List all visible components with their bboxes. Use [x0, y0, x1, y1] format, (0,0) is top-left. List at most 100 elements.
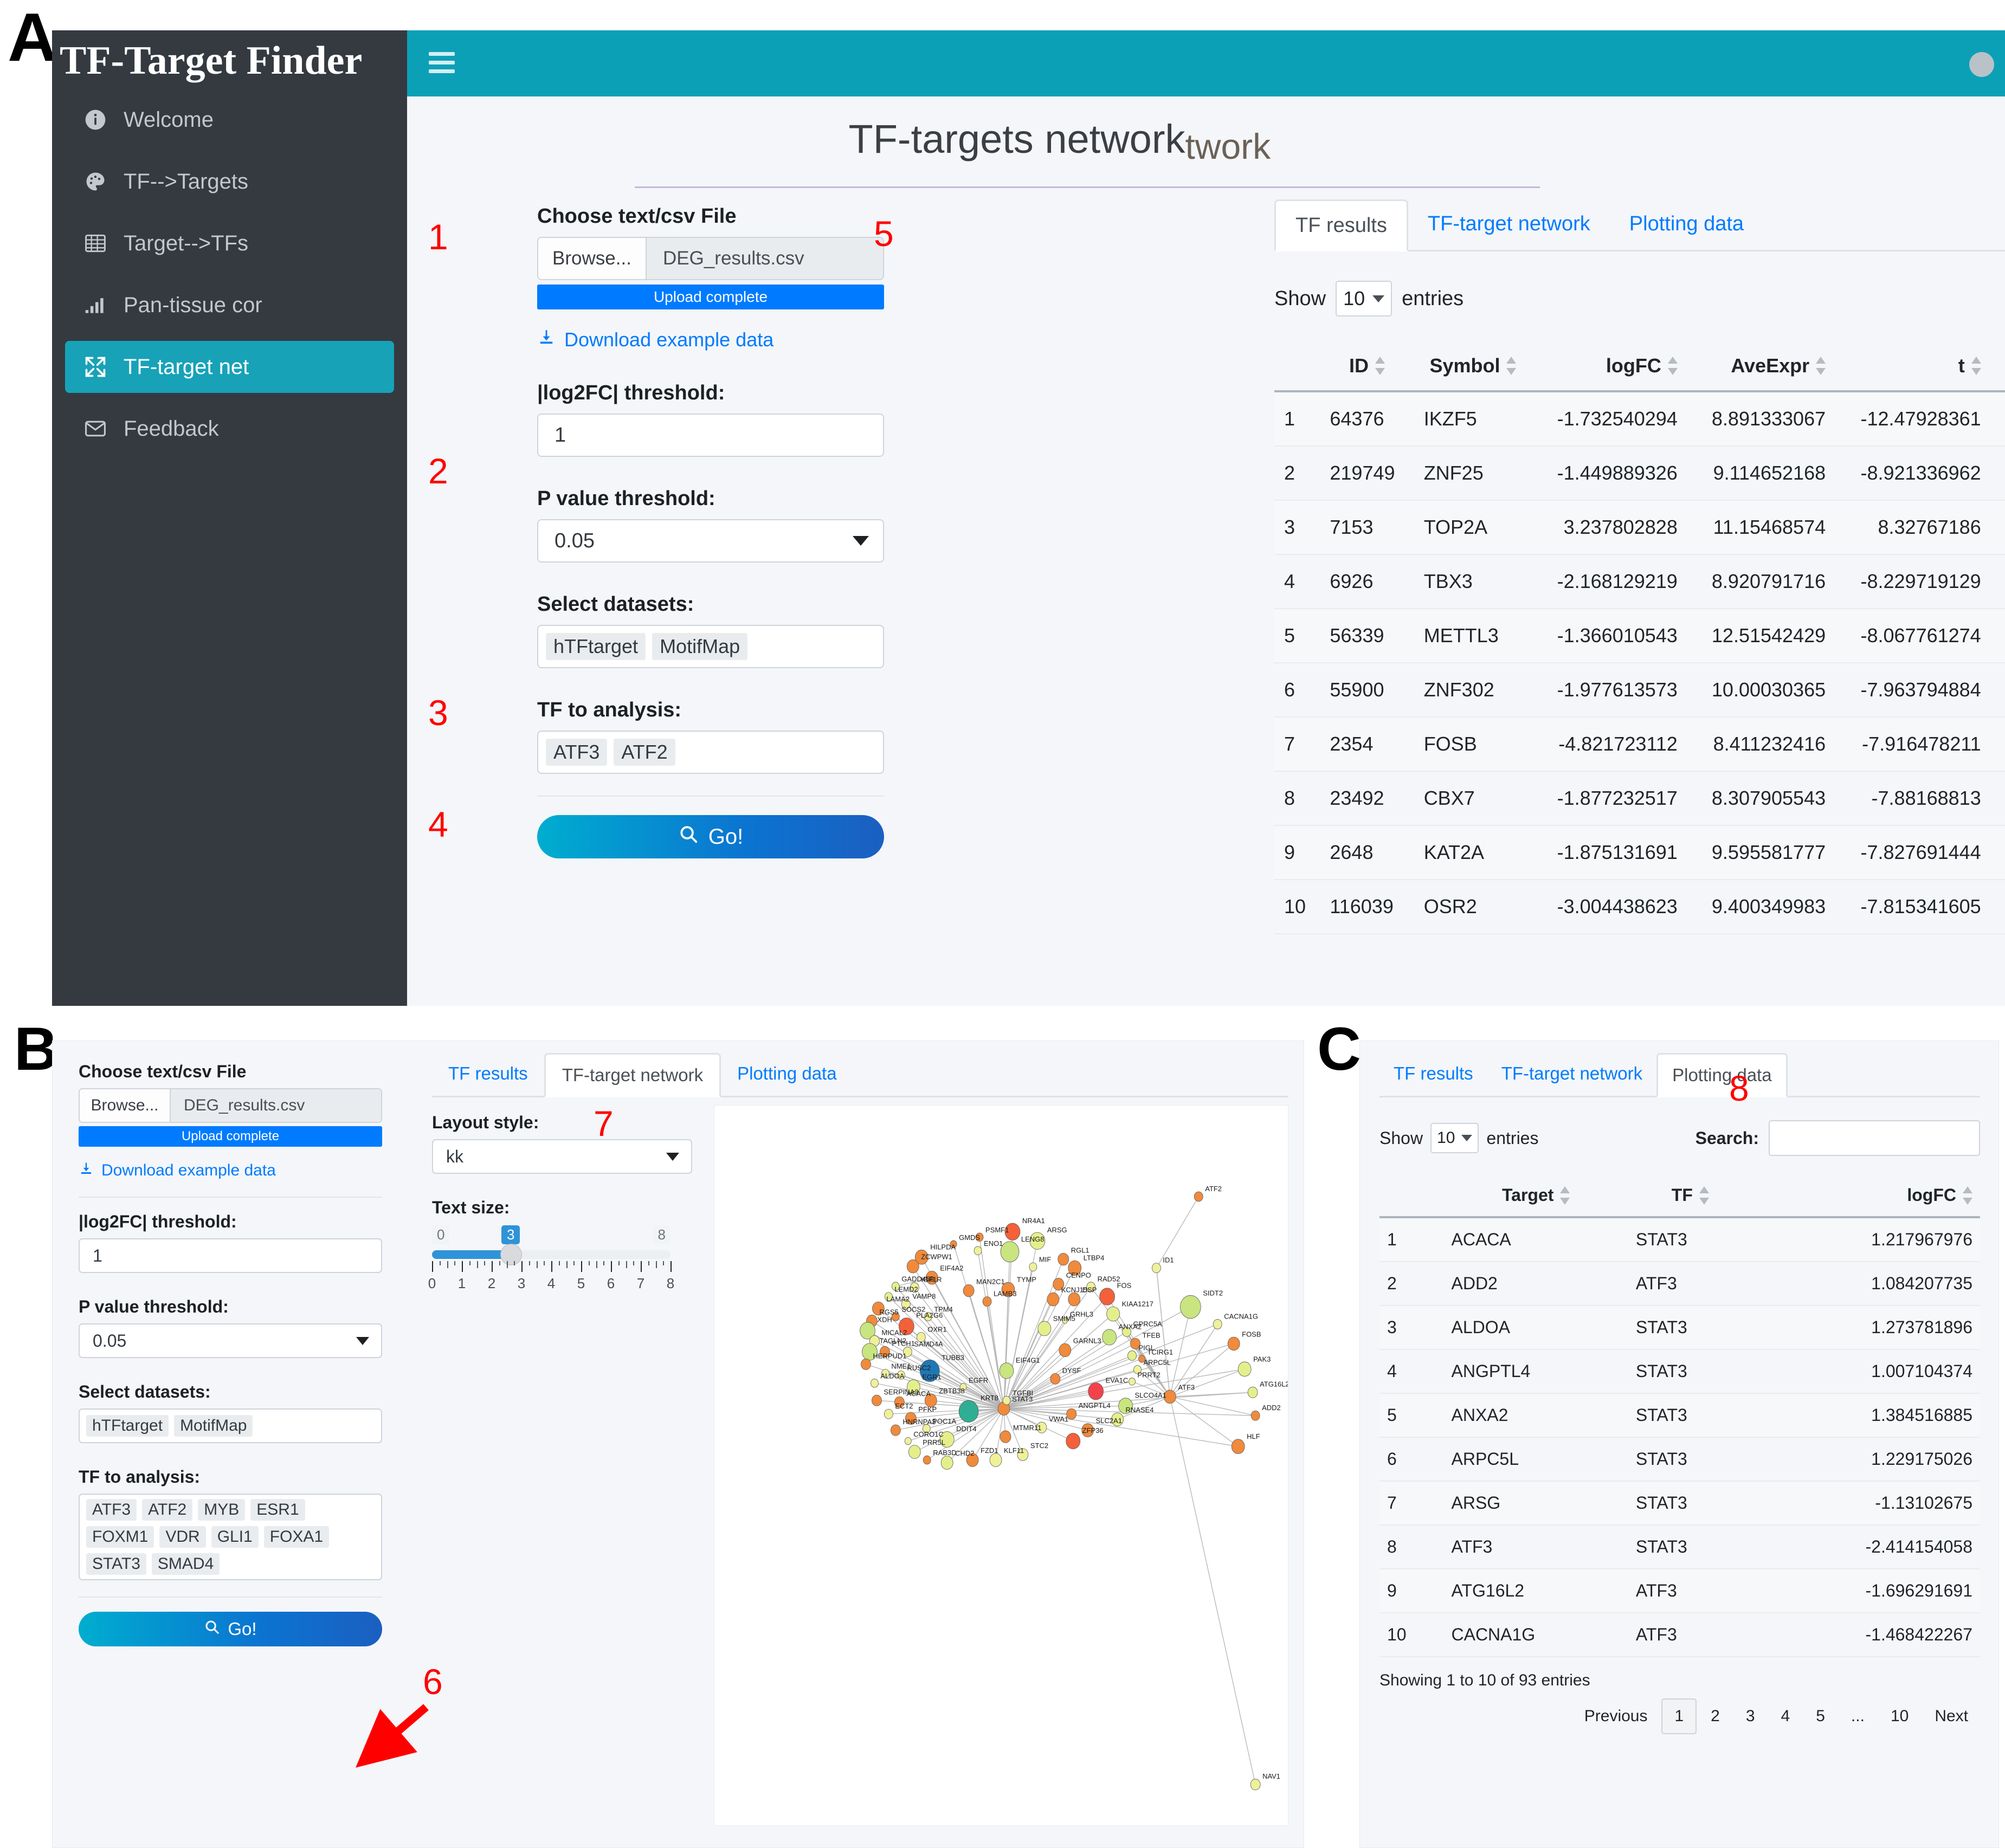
network-node[interactable] — [1000, 1241, 1020, 1263]
column-header-pvalue[interactable]: P.Value — [1990, 341, 2005, 392]
file-input[interactable]: Browse... DEG_results.csv — [79, 1088, 382, 1123]
pagination-button[interactable]: 2 — [1699, 1700, 1732, 1733]
pagination-button[interactable]: 10 — [1879, 1700, 1920, 1733]
tab-tf-results[interactable]: TF results — [432, 1051, 544, 1096]
network-node[interactable] — [1102, 1329, 1117, 1346]
table-row[interactable]: 6 ARPC5L STAT3 1.229175026 — [1379, 1437, 1980, 1482]
network-node[interactable] — [1099, 1288, 1116, 1306]
datasets-select[interactable]: hTFtarget MotifMap — [537, 625, 884, 668]
page-length-select[interactable]: 10 — [1336, 281, 1392, 316]
go-button[interactable]: Go! — [537, 815, 884, 858]
network-node[interactable] — [872, 1394, 882, 1406]
table-row[interactable]: 2 219749 ZNF25 -1.449889326 9.114652168 -8.92… — [1274, 446, 2005, 501]
network-node[interactable] — [1227, 1336, 1240, 1351]
tf-tag[interactable]: ATF2 — [614, 739, 675, 766]
network-node[interactable] — [861, 1358, 871, 1370]
tf-select[interactable]: ATF3 ATF2 — [537, 731, 884, 774]
column-header-logfc[interactable]: logFC — [1752, 1174, 1980, 1218]
table-row[interactable]: 6 55900 ZNF302 -1.977613573 10.00030365 -7.96… — [1274, 663, 2005, 718]
network-node[interactable] — [1029, 1262, 1037, 1271]
column-header-aveexpr[interactable]: AveExpr — [1687, 341, 1836, 392]
table-row[interactable]: 8 ATF3 STAT3 -2.414154058 — [1379, 1525, 1980, 1569]
tf-tag[interactable]: GLI1 — [211, 1526, 259, 1548]
network-node[interactable] — [906, 1259, 919, 1274]
column-header-target[interactable]: Target — [1443, 1174, 1628, 1218]
network-node[interactable] — [989, 1453, 1002, 1467]
pagination-button[interactable]: Previous — [1572, 1700, 1660, 1733]
sidebar-item-target-tfs[interactable]: Target-->TFs — [65, 217, 394, 269]
network-node[interactable] — [1250, 1779, 1261, 1791]
table-row[interactable]: 4 6926 TBX3 -2.168129219 8.920791716 -8.22971… — [1274, 554, 2005, 609]
table-row[interactable]: 8 23492 CBX7 -1.877232517 8.307905543 -7.8816… — [1274, 771, 2005, 826]
table-row[interactable]: 10 116039 OSR2 -3.004438623 9.400349983 -7.81… — [1274, 880, 2005, 934]
network-node[interactable] — [1231, 1439, 1245, 1454]
tab-tf-results[interactable]: TF results — [1379, 1051, 1487, 1096]
network-node[interactable] — [982, 1296, 992, 1307]
tf-tag[interactable]: SMAD4 — [151, 1553, 220, 1575]
tab-plotting-data[interactable]: Plotting data — [1610, 198, 1763, 250]
file-input[interactable]: Browse... DEG_results.csv — [537, 237, 884, 280]
layout-style-select[interactable]: kk — [432, 1139, 692, 1174]
network-node[interactable] — [1050, 1373, 1061, 1385]
browse-button[interactable]: Browse... — [538, 238, 647, 279]
network-node[interactable] — [940, 1456, 953, 1470]
tab-tf-target-network[interactable]: TF-target network — [1408, 198, 1610, 250]
network-node[interactable] — [1037, 1321, 1052, 1336]
network-node[interactable] — [999, 1362, 1014, 1379]
tab-plotting-data[interactable]: Plotting data — [1656, 1053, 1788, 1097]
network-node[interactable] — [974, 1246, 982, 1255]
pagination-button[interactable]: 1 — [1661, 1698, 1697, 1734]
table-row[interactable]: 5 ANXA2 STAT3 1.384516885 — [1379, 1393, 1980, 1438]
network-node[interactable] — [1066, 1433, 1081, 1450]
dataset-tag[interactable]: hTFtarget — [86, 1415, 169, 1437]
network-node[interactable] — [1068, 1292, 1081, 1307]
pagination-button[interactable]: ... — [1839, 1700, 1877, 1733]
dataset-tag[interactable]: MotifMap — [174, 1415, 253, 1437]
browse-button[interactable]: Browse... — [80, 1089, 171, 1122]
log2fc-input[interactable]: 1 — [79, 1238, 382, 1273]
dataset-tag[interactable]: hTFtarget — [546, 633, 646, 660]
network-node[interactable] — [890, 1424, 901, 1436]
table-row[interactable]: 7 ARSG STAT3 -1.13102675 — [1379, 1481, 1980, 1526]
network-node[interactable] — [1213, 1319, 1222, 1329]
network-node[interactable] — [1152, 1263, 1161, 1274]
network-node[interactable] — [1047, 1292, 1060, 1307]
tf-tag[interactable]: FOXM1 — [86, 1526, 154, 1548]
pagination-button[interactable]: 3 — [1734, 1700, 1767, 1733]
column-header-symbol[interactable]: Symbol — [1414, 341, 1532, 392]
sidebar-item-welcome[interactable]: Welcome — [65, 94, 394, 146]
download-example-link[interactable]: Download example data — [79, 1161, 382, 1180]
tf-tag[interactable]: FOXA1 — [263, 1526, 330, 1548]
tf-tag[interactable]: MYB — [198, 1499, 246, 1521]
network-node[interactable] — [1058, 1253, 1069, 1266]
tf-tag[interactable]: STAT3 — [86, 1553, 146, 1575]
network-node[interactable] — [1127, 1351, 1137, 1361]
search-input[interactable] — [1769, 1120, 1980, 1156]
table-row[interactable]: 9 ATG16L2 ATF3 -1.696291691 — [1379, 1569, 1980, 1613]
network-node[interactable] — [923, 1455, 931, 1465]
network-node[interactable] — [871, 1379, 879, 1388]
pvalue-select[interactable]: 0.05 — [537, 519, 884, 563]
sidebar-item-pan-tissue-cor[interactable]: Pan-tissue cor — [65, 279, 394, 331]
hamburger-icon[interactable] — [429, 52, 455, 74]
network-node[interactable] — [1059, 1343, 1072, 1358]
table-row[interactable]: 9 2648 KAT2A -1.875131691 9.595581777 -7.8276… — [1274, 825, 2005, 880]
tf-tag[interactable]: ATF3 — [546, 739, 608, 766]
column-header-logfc[interactable]: logFC — [1532, 341, 1687, 392]
tab-tf-target-network[interactable]: TF-target network — [1487, 1051, 1656, 1096]
tab-tf-results[interactable]: TF results — [1274, 199, 1408, 251]
table-row[interactable]: 1 64376 IKZF5 -1.732540294 8.891333067 -12.47… — [1274, 391, 2005, 447]
table-row[interactable]: 5 56339 METTL3 -1.366010543 12.51542429 -8.06… — [1274, 609, 2005, 663]
network-node[interactable] — [1088, 1382, 1104, 1400]
network-node[interactable] — [1179, 1295, 1201, 1319]
sidebar-item-feedback[interactable]: Feedback — [65, 403, 394, 455]
network-node[interactable] — [1002, 1396, 1011, 1405]
tf-tag[interactable]: ATF2 — [142, 1499, 193, 1521]
table-row[interactable]: 3 ALDOA STAT3 1.273781896 — [1379, 1306, 1980, 1350]
network-node[interactable] — [1250, 1410, 1260, 1421]
pagination-button[interactable]: 5 — [1804, 1700, 1837, 1733]
network-node[interactable] — [1000, 1430, 1011, 1443]
network-node[interactable] — [958, 1400, 979, 1423]
table-row[interactable]: 4 ANGPTL4 STAT3 1.007104374 — [1379, 1349, 1980, 1394]
tf-tag[interactable]: ATF3 — [86, 1499, 137, 1521]
